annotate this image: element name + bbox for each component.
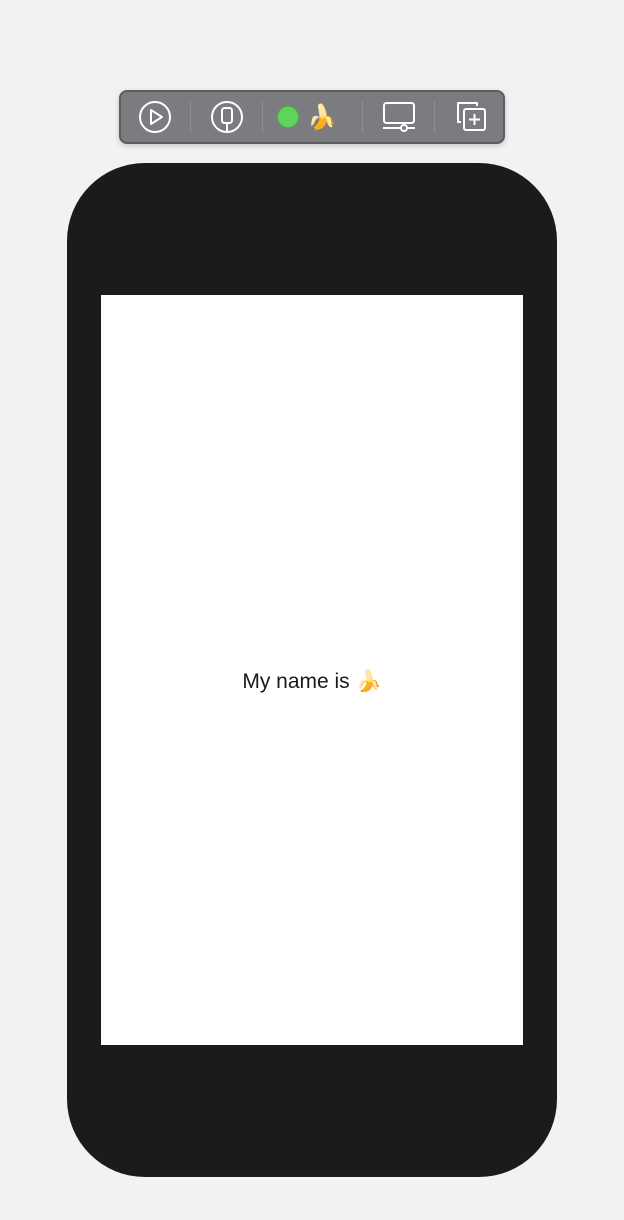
device-circle-icon [211, 101, 243, 133]
toolbar-divider [362, 101, 363, 133]
greeting-text: My name is 🍌 [242, 670, 382, 693]
toolbar-divider [434, 101, 435, 133]
toolbar-divider [262, 101, 263, 133]
duplicate-preview-button[interactable] [451, 92, 491, 142]
play-circle-icon [139, 101, 171, 133]
status-indicator [277, 106, 299, 128]
selectable-mode-button[interactable] [207, 92, 247, 142]
status-label: 🍌 [307, 103, 337, 131]
display-settings-icon [383, 102, 415, 132]
duplicate-plus-icon [457, 102, 486, 131]
device-frame: My name is 🍌 [67, 163, 557, 1177]
toolbar-divider [190, 101, 191, 133]
device-settings-button[interactable] [379, 92, 419, 142]
preview-toolbar: 🍌 [119, 90, 505, 144]
device-screen: My name is 🍌 [101, 295, 523, 1045]
live-preview-button[interactable] [135, 92, 175, 142]
canvas: 🍌 My name is 🍌 [0, 0, 624, 1220]
status-group: 🍌 [277, 92, 341, 142]
